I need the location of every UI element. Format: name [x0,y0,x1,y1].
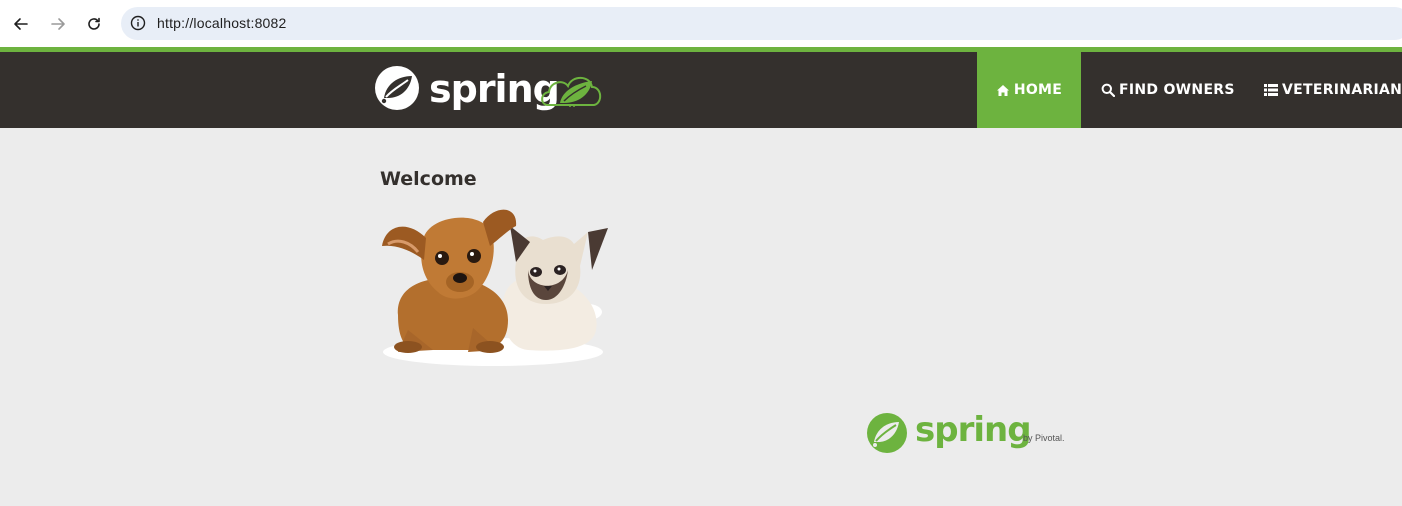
nav-find-owners[interactable]: FIND OWNERS [1101,52,1235,128]
nav-veterinarians[interactable]: VETERINARIANS [1264,52,1402,128]
cloud-leaf-icon [541,76,602,107]
reload-button[interactable] [82,12,106,36]
spring-petclinic-logo[interactable]: spring [374,61,604,119]
by-pivotal-text: by Pivotal. [1023,433,1065,443]
nav-find-owners-label: FIND OWNERS [1119,82,1235,98]
pets-image [382,209,608,366]
nav-veterinarians-label: VETERINARIANS [1282,82,1402,98]
reload-icon [88,17,100,30]
page-title: Welcome [380,168,477,190]
navbar: spring HOME FIND OWNERS VETERINARIANS [0,52,1402,128]
back-button[interactable] [9,12,33,36]
info-icon[interactable] [130,15,146,31]
spring-leaf-icon [375,66,419,110]
list-icon [1264,84,1278,96]
forward-button[interactable] [46,12,70,36]
address-bar[interactable]: http://localhost:8082 [121,7,1402,40]
search-icon [1101,83,1115,97]
url-text[interactable]: http://localhost:8082 [157,15,287,31]
nav-home[interactable]: HOME [977,52,1081,128]
arrow-right-icon [51,18,65,30]
browser-toolbar: http://localhost:8082 [0,0,1402,48]
spring-leaf-icon [867,413,907,453]
home-icon [996,84,1009,96]
arrow-left-icon [14,18,28,30]
nav-home-label: HOME [1013,82,1063,98]
footer-brand-text: spring [915,410,1032,450]
spring-by-pivotal-logo[interactable]: spring by Pivotal. [866,410,1066,454]
